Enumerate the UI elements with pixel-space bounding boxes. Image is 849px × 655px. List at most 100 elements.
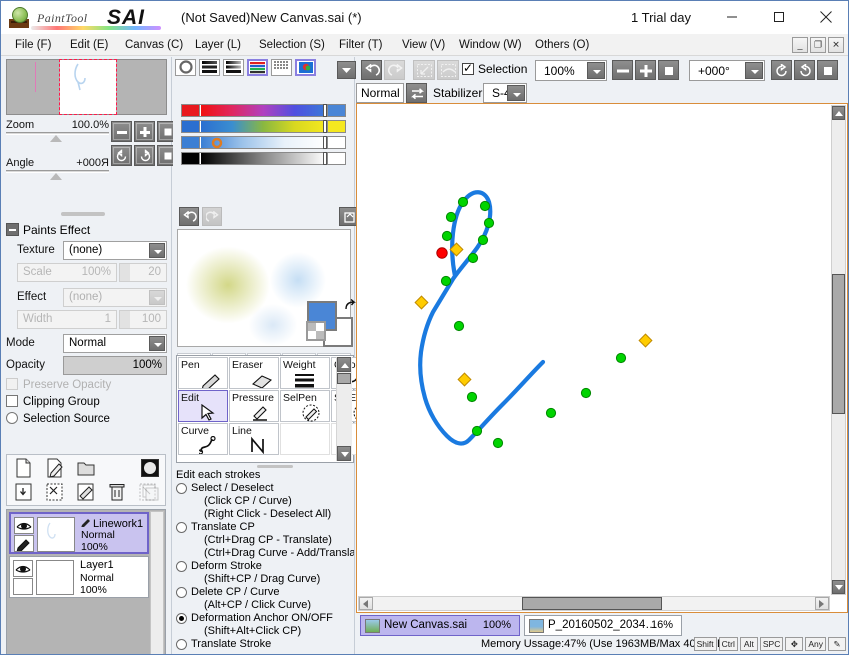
stabilizer-select[interactable]: S-4 <box>483 83 527 103</box>
window-maximize-button[interactable] <box>756 1 802 33</box>
undo-button[interactable] <box>361 60 382 80</box>
rotate-cw-button[interactable] <box>134 145 155 166</box>
window-minimize-button[interactable] <box>709 1 755 33</box>
canvas-area[interactable] <box>356 103 848 613</box>
new-folder-icon[interactable] <box>76 458 98 480</box>
layer-row-linework1[interactable]: Linework1 Normal 100% <box>9 512 149 554</box>
delete-layer-icon[interactable] <box>107 482 129 504</box>
canvas-artwork[interactable] <box>359 106 829 594</box>
new-linework-layer-icon[interactable] <box>45 458 67 480</box>
paints-effect-header[interactable]: Paints Effect <box>6 223 90 237</box>
menu-view[interactable]: View (V) <box>396 37 451 54</box>
mdi-close-button[interactable]: ✕ <box>828 37 844 53</box>
saturation-ramp[interactable] <box>181 136 346 149</box>
new-layer-icon[interactable] <box>14 458 36 480</box>
option-delete-cp-curve[interactable]: Delete CP / Curve <box>176 586 354 599</box>
blend-mode-select[interactable]: Normal <box>63 334 167 353</box>
hue-ramp[interactable] <box>181 104 346 117</box>
color-mixer-icon[interactable] <box>247 59 268 76</box>
document-tab-new-canvas[interactable]: New Canvas.sai 100% <box>360 615 520 636</box>
menu-file[interactable]: File (F) <box>9 37 57 54</box>
tool-weight[interactable]: Weight <box>280 357 330 389</box>
pen-icon[interactable] <box>14 535 34 553</box>
tool-empty-3[interactable] <box>280 423 330 455</box>
hue-ramp-2[interactable] <box>181 120 346 133</box>
canvas-hscrollbar[interactable] <box>358 596 830 611</box>
toolbar-zoom-out-button[interactable] <box>612 60 633 80</box>
menu-edit[interactable]: Edit (E) <box>64 37 114 54</box>
rotate-ccw-button[interactable] <box>111 145 132 166</box>
menu-canvas[interactable]: Canvas (C) <box>119 37 189 54</box>
scroll-left-icon[interactable] <box>359 597 373 610</box>
effect-select[interactable]: (none) <box>63 288 167 307</box>
panel-splitter-grip[interactable] <box>61 212 105 216</box>
chevron-down-icon[interactable] <box>587 62 605 79</box>
menu-others[interactable]: Others (O) <box>529 37 595 54</box>
document-tab-photo[interactable]: P_20160502_2034… 16% <box>524 615 682 636</box>
chevron-down-icon[interactable] <box>507 85 525 101</box>
menu-window[interactable]: Window (W) <box>453 37 528 54</box>
layer-lock-slot[interactable] <box>13 578 33 595</box>
zoom-in-button[interactable] <box>134 121 155 142</box>
zoom-out-button[interactable] <box>111 121 132 142</box>
radio-icon[interactable] <box>176 639 187 650</box>
tool-edit[interactable]: Edit <box>178 390 228 422</box>
menu-layer[interactable]: Layer (L) <box>189 37 247 54</box>
tool-preset-panel[interactable]: Pen Eraser Weight Color Edit Pressure Se… <box>176 355 381 463</box>
canvas-hscroll-thumb[interactable] <box>522 597 662 610</box>
swatches-icon[interactable] <box>271 59 292 76</box>
radio-icon[interactable] <box>176 522 187 533</box>
toolbar-rotate-reset-button[interactable] <box>817 60 838 80</box>
option-translate-stroke[interactable]: Translate Stroke <box>176 638 354 651</box>
radio-icon-selected[interactable] <box>176 613 187 624</box>
angle-slider-thumb[interactable] <box>50 173 62 180</box>
canvas-angle-field[interactable]: +000° <box>689 60 765 81</box>
tool-pressure[interactable]: Pressure <box>229 390 279 422</box>
chevron-down-icon[interactable] <box>149 243 165 258</box>
checkbox-checked-icon[interactable] <box>462 61 474 75</box>
tool-line[interactable]: Line <box>229 423 279 455</box>
clipping-group-checkbox[interactable]: Clipping Group <box>6 395 100 408</box>
hsv-sliders-icon[interactable] <box>223 59 244 76</box>
option-deform-stroke[interactable]: Deform Stroke <box>176 560 354 573</box>
layer-list-vscrollbar[interactable] <box>150 511 164 654</box>
toolbar-zoom-reset-button[interactable] <box>658 60 679 80</box>
scroll-up-icon[interactable] <box>337 357 351 372</box>
window-close-button[interactable] <box>803 1 848 33</box>
tool-eraser[interactable]: Eraser <box>229 357 279 389</box>
merge-down-icon[interactable] <box>76 482 98 504</box>
tool-curve[interactable]: Curve <box>178 423 228 455</box>
swap-fg-bg-icon[interactable] <box>343 299 357 313</box>
value-ramp[interactable] <box>181 152 346 165</box>
zoom-level-field[interactable]: 100% <box>535 60 607 81</box>
blend-mode-display[interactable]: Normal <box>356 83 404 103</box>
texture-select[interactable]: (none) <box>63 241 167 260</box>
scroll-down-icon[interactable] <box>832 580 845 594</box>
tool-selpen[interactable]: SelPen <box>280 390 330 422</box>
layer-mask-icon[interactable] <box>140 458 162 480</box>
checkbox-icon[interactable] <box>6 395 18 407</box>
canvas-viewport[interactable] <box>359 106 829 594</box>
layer-list[interactable]: Linework1 Normal 100% Layer1 Normal 100% <box>6 509 166 654</box>
toolbar-rotate-ccw-button[interactable] <box>771 60 792 80</box>
flip-horizontal-button[interactable] <box>406 83 427 103</box>
navigator-zoom-slider-group[interactable]: Zoom 100.0% <box>6 119 109 142</box>
eye-icon[interactable] <box>14 517 34 534</box>
canvas-vscrollbar[interactable] <box>831 105 846 595</box>
selection-checkbox[interactable]: Selection <box>462 61 527 76</box>
navigator-preview[interactable] <box>6 59 167 115</box>
tool-pen[interactable]: Pen <box>178 357 228 389</box>
scroll-up-icon[interactable] <box>832 106 845 120</box>
radio-icon[interactable] <box>176 561 187 572</box>
option-translate-cp[interactable]: Translate CP <box>176 521 354 534</box>
chevron-down-icon[interactable] <box>745 62 763 79</box>
mdi-restore-button[interactable]: ❐ <box>810 37 826 53</box>
chevron-down-icon[interactable] <box>149 336 165 351</box>
navigator-angle-slider-group[interactable]: Angle +000Я <box>6 157 109 180</box>
rgb-sliders-icon[interactable] <box>199 59 220 76</box>
scratchpad-icon[interactable] <box>295 59 316 76</box>
preserve-opacity-checkbox[interactable]: Preserve Opacity <box>6 378 111 391</box>
selection-source-radio[interactable]: Selection Source <box>6 412 110 425</box>
scroll-down-icon[interactable] <box>337 446 351 461</box>
radio-icon[interactable] <box>176 587 187 598</box>
